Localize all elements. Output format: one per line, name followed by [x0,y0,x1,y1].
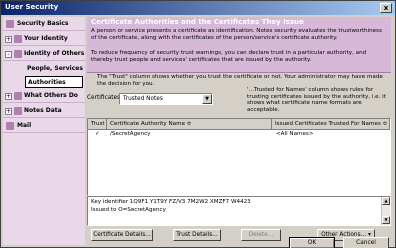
expand-icon[interactable]: + [5,108,12,115]
sidebar-item-label: Identity of Others [24,50,85,57]
column-header-trusted-for-names[interactable]: Issued Certificates Trusted For Names ≎ [272,119,390,130]
main-panel: Certificate Authorities and the Certific… [87,17,395,248]
sidebar-item-your-identity[interactable]: + Your Identity [3,32,85,46]
sidebar-subitem-people-services[interactable]: People, Services [25,63,83,75]
sidebar: Security Basics + Your Identity - Identi… [3,17,85,245]
id-card-icon [14,35,22,43]
details-scrollbar[interactable]: ▲ ▼ [381,197,390,225]
scroll-down-icon[interactable]: ▼ [382,216,390,224]
key-icon [6,20,14,28]
sidebar-subitem-authorities[interactable]: Authorities [25,76,83,88]
trust-column-info: The "Trust" column shows whether you tru… [97,74,383,87]
sidebar-item-notes-data[interactable]: + Notes Data [3,104,85,118]
table-header: Trust Certificate Authority Name ≎ Issue… [88,119,390,130]
sidebar-item-label: Mail [17,122,32,129]
trust-details-button[interactable]: Trust Details... [173,229,221,241]
issued-to-text: Issued to O=SecretAgency [91,207,166,213]
sidebar-item-what-others-do[interactable]: + What Others Do [3,89,85,103]
certificate-details-button[interactable]: Certificate Details... [91,229,153,241]
certificate-details-box: Key identifier 1Q9F1 Y1T9Y FZ/V3 7M2W2 X… [87,196,391,226]
window-title: User Security [5,3,59,11]
database-icon [14,107,22,115]
cancel-button[interactable]: Cancel [343,237,389,248]
sidebar-subitem-label: Authorities [28,79,66,86]
expand-icon[interactable]: + [5,93,12,100]
sidebar-item-security-basics[interactable]: Security Basics [3,17,85,31]
actions-icon [14,92,22,100]
page-title: Certificate Authorities and the Certific… [91,18,304,26]
column-header-trust[interactable]: Trust [88,119,107,130]
sort-icon: ≎ [382,121,388,127]
sidebar-item-label: Your Identity [24,35,68,42]
section-header: Certificate Authorities and the Certific… [87,17,391,73]
user-security-window: User Security x Security Basics + Your I… [0,0,396,248]
header-paragraph-2: To reduce frequency of security trust wa… [91,50,367,63]
ok-button[interactable]: OK [289,237,335,248]
chevron-down-icon[interactable]: ▼ [202,94,212,104]
delete-button[interactable]: Delete... [241,229,281,241]
table-row[interactable]: ✓ /SecretAgency <All Names> [88,130,390,140]
header-paragraph-1: A person or service presents a certifica… [91,28,382,41]
collapse-icon[interactable]: - [5,51,12,58]
cell-trusted-names: <All Names> [276,131,314,137]
sidebar-item-identity-of-others[interactable]: - Identity of Others [3,47,85,61]
sort-icon: ≎ [186,121,192,127]
sidebar-subitem-label: People, Services [27,65,83,72]
certificate-table: Trust Certificate Authority Name ≎ Issue… [87,118,391,196]
scroll-up-icon[interactable]: ▲ [382,197,390,205]
title-bar[interactable]: User Security x [1,1,395,15]
column-header-authority-name[interactable]: Certificate Authority Name ≎ [107,119,272,130]
people-icon [14,50,22,58]
expand-icon[interactable]: + [5,36,12,43]
key-identifier-text: Key identifier 1Q9F1 Y1T9Y FZ/V3 7M2W2 X… [91,199,251,205]
sidebar-item-label: Security Basics [17,20,69,27]
trusted-for-names-info: '...Trusted for Names' column shows rule… [247,87,386,113]
sidebar-item-label: What Others Do [24,92,78,99]
sidebar-item-label: Notes Data [24,107,62,114]
certificates-label: Certificates [87,95,121,101]
close-button[interactable]: x [380,3,392,13]
cell-authority-name: /SecretAgency [110,131,151,137]
certificates-select[interactable]: Trusted Notes ▼ [119,93,213,105]
checkmark-icon: ✓ [95,131,100,137]
mail-icon [6,122,14,130]
certificates-select-value: Trusted Notes [123,96,163,102]
sidebar-item-mail[interactable]: Mail [3,119,85,133]
